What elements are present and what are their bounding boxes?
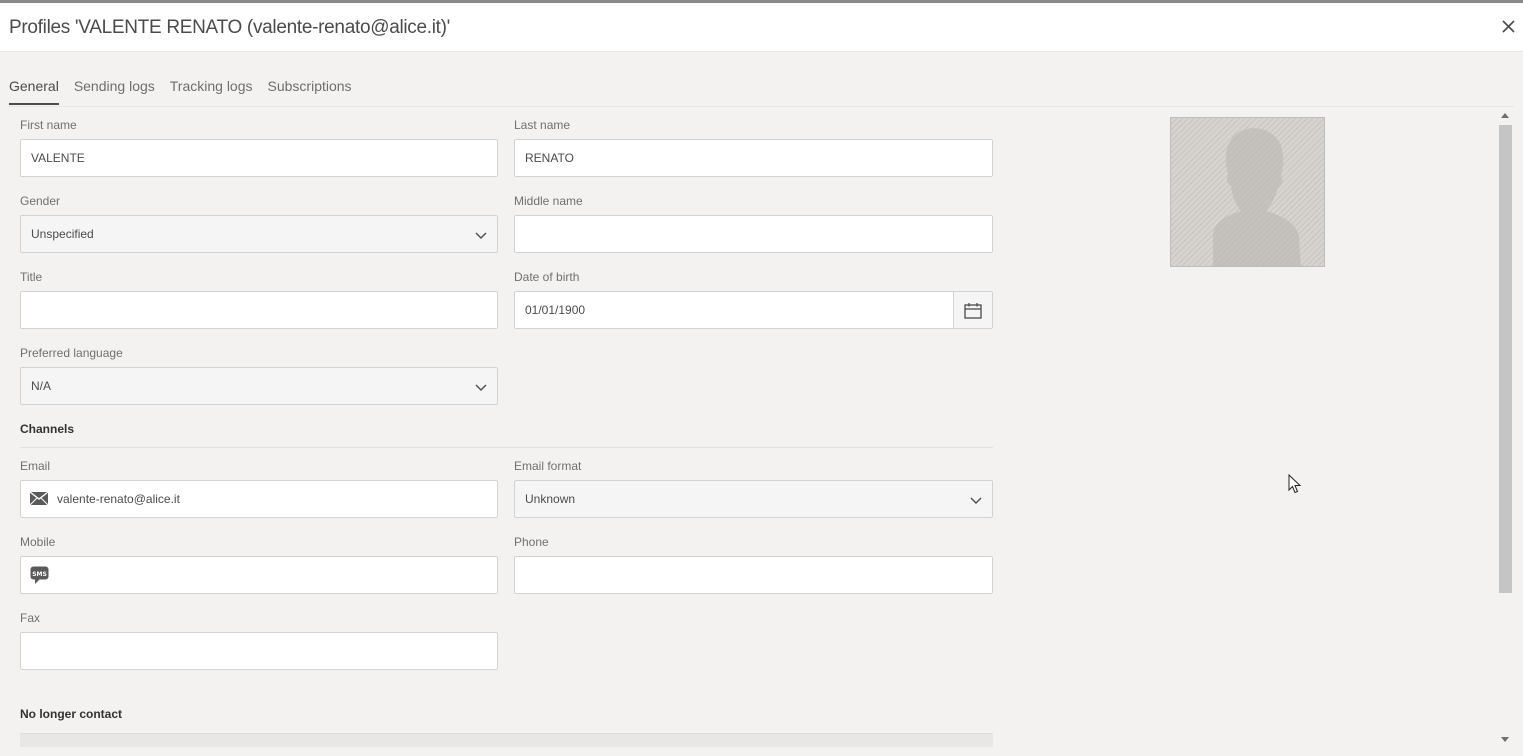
- preferred-language-select[interactable]: N/A: [20, 367, 498, 405]
- date-of-birth-input[interactable]: 01/01/1900: [514, 291, 993, 329]
- tab-sending-logs[interactable]: Sending logs: [74, 77, 155, 105]
- scroll-up-icon[interactable]: [1501, 113, 1509, 118]
- channels-heading: Channels: [20, 422, 75, 436]
- mobile-label: Mobile: [20, 535, 56, 549]
- envelope-icon: [30, 492, 48, 505]
- scroll-down-icon[interactable]: [1501, 737, 1509, 742]
- middle-name-label: Middle name: [514, 194, 583, 208]
- avatar[interactable]: [1170, 117, 1325, 267]
- middle-name-input[interactable]: [514, 215, 993, 253]
- avatar-placeholder-icon: [1213, 128, 1301, 266]
- email-format-value: Unknown: [525, 492, 576, 506]
- phone-label: Phone: [514, 535, 549, 549]
- email-input[interactable]: valente-renato@alice.it: [20, 480, 498, 518]
- svg-text:SMS: SMS: [32, 571, 47, 578]
- chevron-down-icon: [475, 232, 487, 239]
- email-value: valente-renato@alice.it: [57, 492, 180, 506]
- scroll-thumb[interactable]: [1499, 125, 1512, 593]
- no-longer-contact-heading: No longer contact: [20, 707, 123, 721]
- title-bar: Profiles 'VALENTE RENATO (valente-renato…: [0, 3, 1523, 52]
- gender-value: Unspecified: [31, 227, 94, 241]
- tab-bar: General Sending logs Tracking logs Subsc…: [9, 77, 367, 107]
- tab-subscriptions[interactable]: Subscriptions: [268, 77, 352, 105]
- tab-tracking-logs[interactable]: Tracking logs: [170, 77, 253, 105]
- fax-label: Fax: [20, 611, 41, 625]
- general-form: First name VALENTE Last name RENATO Gend…: [9, 107, 1497, 756]
- window-title: Profiles 'VALENTE RENATO (valente-renato…: [9, 17, 451, 38]
- first-name-label: First name: [20, 118, 77, 132]
- vertical-scrollbar[interactable]: [1497, 107, 1514, 756]
- chevron-down-icon: [475, 384, 487, 391]
- calendar-icon: [964, 302, 982, 319]
- no-longer-contact-panel: [20, 733, 993, 747]
- email-label: Email: [20, 459, 51, 473]
- close-icon[interactable]: [1499, 17, 1517, 35]
- fax-input[interactable]: [20, 632, 498, 670]
- mouse-pointer-icon: [1288, 474, 1302, 494]
- gender-label: Gender: [20, 194, 61, 208]
- mobile-input[interactable]: SMS: [20, 556, 498, 594]
- last-name-input[interactable]: RENATO: [514, 139, 993, 177]
- calendar-button[interactable]: [953, 292, 992, 328]
- sms-icon: SMS: [30, 566, 49, 584]
- email-format-select[interactable]: Unknown: [514, 480, 993, 518]
- date-of-birth-value: 01/01/1900: [525, 303, 586, 317]
- phone-input[interactable]: [514, 556, 993, 594]
- channels-divider: [20, 447, 993, 448]
- tab-general[interactable]: General: [9, 77, 59, 105]
- title-input[interactable]: [20, 291, 498, 329]
- date-of-birth-label: Date of birth: [514, 270, 580, 284]
- first-name-input[interactable]: VALENTE: [20, 139, 498, 177]
- email-format-label: Email format: [514, 459, 582, 473]
- chevron-down-icon: [970, 497, 982, 504]
- last-name-label: Last name: [514, 118, 571, 132]
- gender-select[interactable]: Unspecified: [20, 215, 498, 253]
- preferred-language-label: Preferred language: [20, 346, 123, 360]
- title-label: Title: [20, 270, 43, 284]
- preferred-language-value: N/A: [31, 379, 52, 393]
